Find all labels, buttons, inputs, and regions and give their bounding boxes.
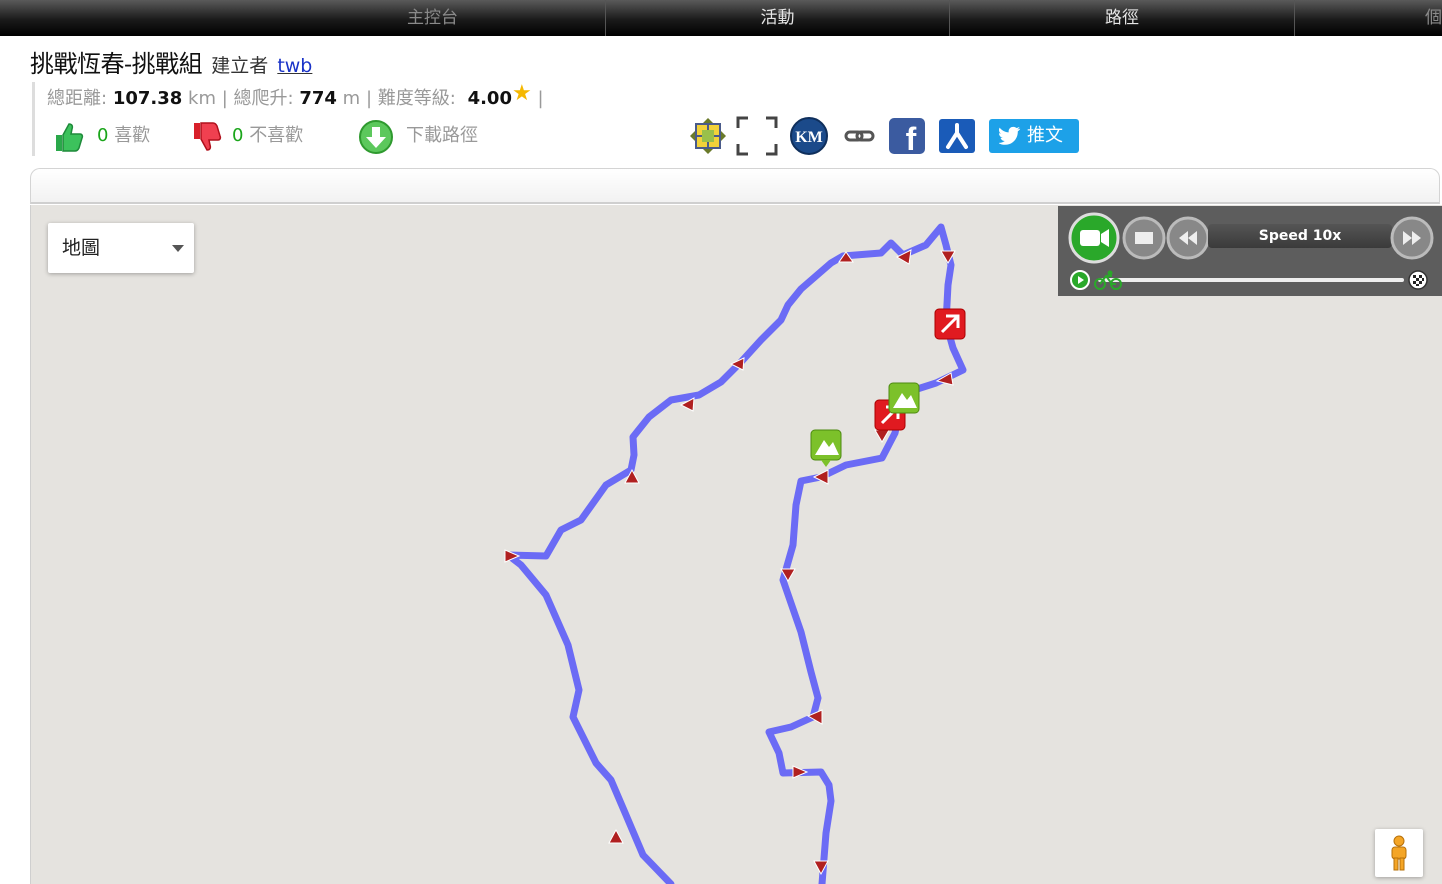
rewind-button[interactable] — [1166, 216, 1210, 260]
route-track — [504, 223, 967, 884]
compass-map-icon — [690, 118, 726, 154]
distance-unit: km — [188, 88, 216, 109]
map-panel-header — [30, 168, 1440, 204]
thumbs-up-icon — [56, 123, 84, 152]
separator: | — [221, 88, 228, 109]
finish-flag-icon — [1408, 270, 1428, 290]
dislikes-count: 0 — [232, 125, 244, 146]
climb-unit: m — [342, 88, 361, 109]
separator: | — [537, 88, 544, 109]
creator-link[interactable]: twb — [277, 55, 312, 77]
star-icon: ★ — [511, 81, 532, 106]
nav-tab-activities[interactable]: 活動 — [606, 0, 950, 36]
distance-label: 總距離: — [47, 88, 108, 109]
playback-controller: Speed 10x — [1058, 206, 1442, 296]
distance-value: 107.38 — [112, 88, 183, 109]
link-icon — [844, 130, 875, 142]
km-markers-icon: KM — [790, 117, 828, 155]
compass-map-button[interactable] — [688, 116, 728, 160]
fullscreen-button[interactable] — [736, 116, 778, 160]
map-type-value: 地圖 — [62, 237, 101, 259]
route-title-row: 挑戰恆春-挑戰組 建立者 twb — [30, 44, 312, 79]
page-title: 挑戰恆春-挑戰組 — [30, 50, 203, 78]
difficulty-label: 難度等級: — [377, 88, 456, 109]
mountain-marker[interactable] — [810, 429, 842, 467]
fast-forward-button[interactable] — [1390, 216, 1434, 260]
facebook-icon: f — [889, 118, 925, 157]
direction-arrow — [608, 828, 624, 844]
street-view-pegman[interactable] — [1375, 829, 1423, 877]
dislike-button[interactable]: 0 不喜歡 — [188, 116, 303, 156]
thumbs-down-icon — [194, 122, 222, 151]
start-flag-icon — [1070, 270, 1090, 290]
climb-label: 總爬升: — [233, 88, 294, 109]
svg-text:KM: KM — [795, 129, 823, 146]
nav-tab-personal[interactable]: 個 — [1295, 0, 1442, 36]
pegman-icon — [1391, 835, 1407, 871]
nav-tab-dashboard[interactable]: 主控台 — [260, 0, 606, 36]
stats-line: 總距離: 107.38 km | 總爬升: 774 m | 難度等級: 4.00… — [47, 81, 544, 110]
map-type-selector[interactable]: 地圖 — [48, 223, 194, 273]
direction-arrow — [792, 765, 809, 779]
download-icon — [359, 120, 393, 154]
facebook-share-button[interactable]: f — [888, 116, 926, 160]
person-share-icon — [939, 119, 975, 153]
cyclist-icon[interactable] — [1094, 270, 1122, 290]
likes-label: 喜歡 — [114, 125, 151, 146]
like-button[interactable]: 0 喜歡 — [50, 116, 150, 156]
creator-label: 建立者 — [211, 55, 269, 77]
copy-link-button[interactable] — [842, 116, 878, 160]
direction-arrow — [812, 469, 829, 485]
nav-tab-routes[interactable]: 路徑 — [950, 0, 1295, 36]
download-label: 下載路徑 — [406, 125, 478, 146]
km-markers-button[interactable]: KM — [788, 116, 830, 160]
dislikes-label: 不喜歡 — [249, 125, 304, 146]
speed-display: Speed 10x — [1208, 224, 1392, 248]
route-line — [504, 223, 967, 884]
person-share-button[interactable] — [939, 116, 975, 160]
direction-arrow — [874, 429, 890, 443]
playback-progress-track[interactable] — [1098, 278, 1404, 282]
route-map[interactable]: 地圖 Speed 10x — [30, 205, 1442, 884]
difficulty-value: 4.00 — [467, 88, 512, 109]
separator: | — [365, 88, 373, 109]
fullscreen-icon — [736, 116, 778, 156]
stop-button[interactable] — [1122, 216, 1166, 260]
download-route-button[interactable]: 下載路徑 — [356, 116, 478, 156]
mountain-marker[interactable] — [888, 382, 920, 414]
climb-marker[interactable] — [934, 308, 966, 340]
svg-text:f: f — [906, 121, 917, 156]
camera-play-button[interactable] — [1068, 212, 1120, 264]
tweet-label: 推文 — [1027, 125, 1063, 146]
tweet-button[interactable]: 推文 — [989, 119, 1079, 153]
top-navigation: 主控台 活動 路徑 個 — [0, 0, 1442, 36]
likes-count: 0 — [97, 125, 109, 146]
chevron-down-icon — [172, 245, 184, 252]
climb-value: 774 — [299, 88, 337, 109]
twitter-bird-icon — [999, 126, 1021, 145]
